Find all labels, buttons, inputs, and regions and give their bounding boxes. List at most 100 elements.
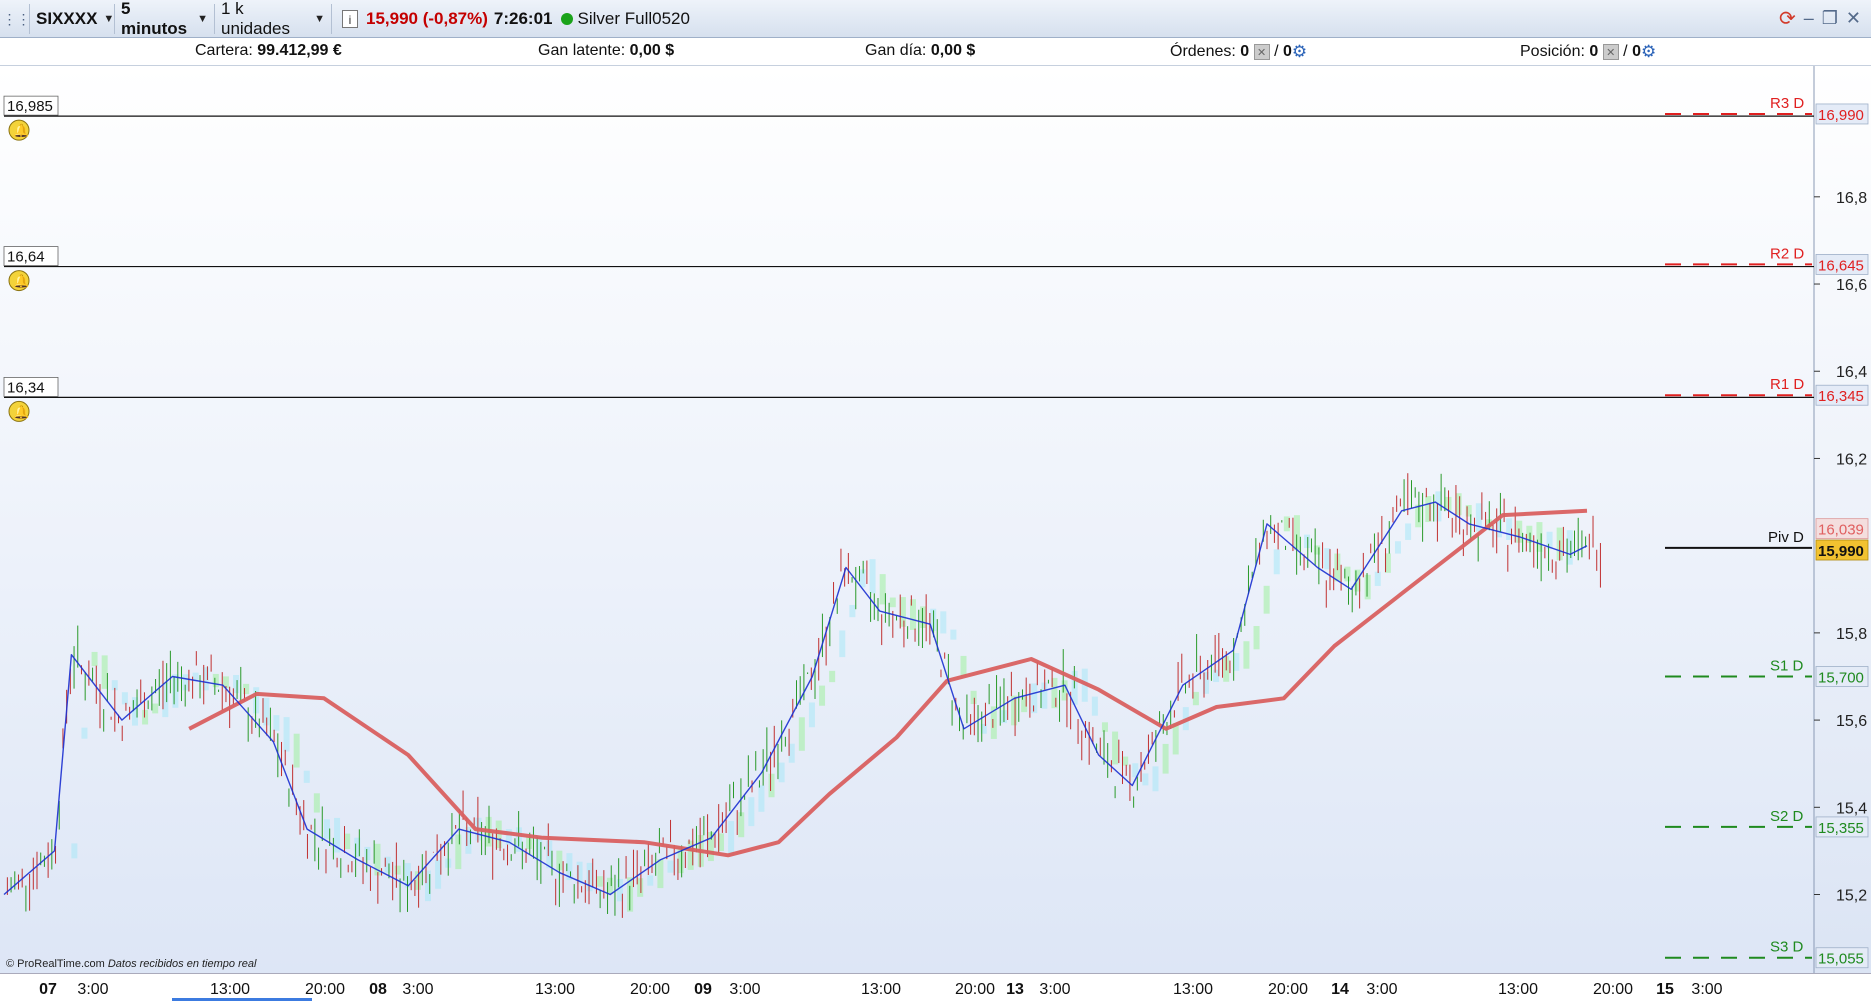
alert-lines: 16,985 🔔 16,64 🔔 16,34 🔔 (3, 95, 1814, 422)
ordenes-label: Órdenes: (1170, 43, 1236, 61)
cloud-segment (71, 843, 78, 859)
ma-price-label: 16,039 (1818, 522, 1864, 539)
clock: 7:26:01 (493, 9, 553, 28)
ichimoku-cloud (71, 491, 1573, 912)
price-chart-svg[interactable]: 16,990 R3 D 16,645 R2 D 16,345 R1 D Piv D 15,70… (0, 66, 1871, 973)
time-tick-label: 07 (39, 981, 57, 998)
cloud-segment (970, 690, 977, 705)
cloud-segment (1253, 626, 1260, 650)
window-controls: ⟳ – ❐ ✕ (1779, 6, 1861, 31)
chart-menu-icon[interactable]: ⋮⋮ (3, 4, 31, 34)
cloud-segment (758, 785, 765, 812)
cloud-segment (728, 821, 735, 855)
cloud-segment (808, 702, 815, 728)
pivot-value-label: 15,355 (1818, 820, 1864, 837)
cloud-segment (920, 606, 927, 628)
time-tick-label: 3:00 (1691, 981, 1722, 998)
cloud-segment (435, 860, 442, 889)
cloud-segment (394, 865, 401, 875)
timeframe-selector[interactable]: 5 minutos ▼ (115, 0, 215, 38)
account-info-bar: Cartera: 99.412,99 € Gan latente: 0,00 $… (0, 38, 1871, 66)
posicion-value-2: 0 (1632, 43, 1641, 61)
gear-icon[interactable]: ⚙ (1292, 42, 1307, 61)
cartera-info: Cartera: 99.412,99 € (195, 42, 342, 60)
cloud-segment (839, 630, 846, 658)
time-tick-label: 3:00 (402, 981, 433, 998)
cloud-segment (960, 655, 967, 677)
cloud-segment (121, 692, 128, 705)
cloud-segment (667, 860, 674, 873)
cloud-segment (303, 770, 310, 783)
ticker-label: SIXXXX (36, 9, 98, 28)
cloud-segment (849, 604, 856, 618)
time-tick-label: 08 (369, 981, 387, 998)
pivot-value-label: 16,645 (1818, 257, 1864, 274)
cloud-segment (889, 597, 896, 608)
time-tick-label: 13:00 (1173, 981, 1213, 998)
pivot-name-label: R3 D (1770, 95, 1804, 112)
indicator-lines (3, 501, 1588, 896)
credit-site: © ProRealTime.com (6, 958, 105, 970)
minimize-icon[interactable]: – (1804, 8, 1814, 29)
cloud-segment (1324, 548, 1331, 570)
cloud-segment (1142, 773, 1149, 786)
pivot-value-label: 16,345 (1818, 388, 1864, 405)
time-tick-label: 14 (1331, 981, 1349, 998)
time-tick-label: 13 (1006, 981, 1024, 998)
gan-dia-label: Gan día: (865, 42, 927, 59)
gear-icon[interactable]: ⚙ (1641, 42, 1656, 61)
pivot-value-label: 15,055 (1818, 951, 1864, 968)
ordenes-info: Órdenes: 0 ✕ / 0⚙ (1170, 42, 1308, 61)
price-change: 15,990 (-0,87%) (366, 9, 488, 28)
credit-note: Datos recibidos en tiempo real (107, 958, 257, 970)
ordenes-value: 0 (1240, 43, 1250, 61)
time-tick-label: 3:00 (1366, 981, 1397, 998)
time-tick-label: 20:00 (1593, 981, 1633, 998)
posicion-label: Posición: (1520, 43, 1585, 61)
cloud-segment (293, 733, 300, 768)
last-price-label: 15,990 (1818, 543, 1864, 560)
cloud-segment (657, 859, 664, 889)
cloud-segment (81, 727, 88, 739)
ticker-selector[interactable]: SIXXXX ▼ (30, 4, 115, 34)
cloud-segment (1233, 653, 1240, 671)
pivot-name-label: R2 D (1770, 245, 1804, 262)
pivot-value-label: 15,700 (1818, 669, 1864, 686)
fast-average-line (3, 501, 1588, 896)
cloud-segment (859, 569, 866, 588)
cloud-segment (1152, 766, 1159, 792)
time-axis[interactable]: 07 3:00 13:00 20:00 08 3:00 13:00 20:00 09 3:00 13… (0, 973, 1871, 1001)
price-tick-label: 16,8 (1836, 190, 1867, 207)
cloud-segment (283, 717, 290, 752)
cloud-segment (819, 685, 826, 706)
time-tick-label: 13:00 (861, 981, 901, 998)
refresh-icon[interactable]: ⟳ (1779, 6, 1796, 31)
cloud-segment (364, 846, 371, 861)
time-tick-label: 3:00 (729, 981, 760, 998)
bell-icon-glyph: 🔔 (13, 274, 29, 289)
units-selector[interactable]: 1 k unidades ▼ (215, 0, 332, 38)
gan-latente-value: 0,00 $ (629, 42, 675, 59)
close-position-icon[interactable]: ✕ (1602, 44, 1619, 60)
time-tick-label: 20:00 (630, 981, 670, 998)
cloud-segment (748, 797, 755, 827)
price-tick-label: 15,6 (1836, 713, 1867, 730)
price-chart-area[interactable]: 16,990 R3 D 16,645 R2 D 16,345 R1 D Piv D 15,70… (0, 66, 1871, 973)
price-tick-label: 15,8 (1836, 626, 1867, 643)
pivot-name-label: R1 D (1770, 376, 1804, 393)
cloud-segment (1273, 549, 1280, 575)
cloud-segment (1415, 504, 1422, 528)
instrument-name: Silver Full0520 (577, 9, 690, 28)
cloud-segment (788, 743, 795, 763)
time-tick-label: 13:00 (210, 981, 250, 998)
restore-icon[interactable]: ❐ (1822, 8, 1838, 29)
chevron-down-icon: ▼ (103, 13, 115, 25)
close-orders-icon[interactable]: ✕ (1253, 44, 1270, 60)
cloud-segment (212, 673, 219, 688)
price-tick-label: 16,4 (1836, 364, 1867, 381)
cloud-segment (253, 687, 260, 714)
info-icon[interactable]: i (342, 10, 358, 28)
close-icon[interactable]: ✕ (1846, 8, 1861, 29)
time-tick-label: 3:00 (1039, 981, 1070, 998)
cloud-segment (233, 674, 240, 694)
